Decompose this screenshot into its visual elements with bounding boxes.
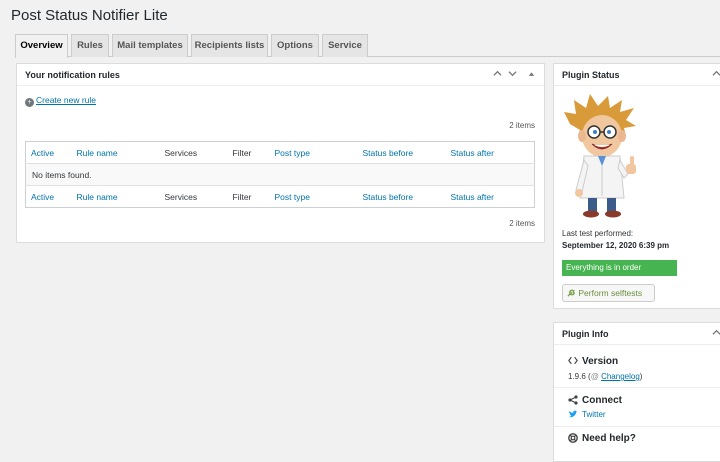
- move-down-icon[interactable]: [508, 64, 517, 86]
- tab-service[interactable]: Service: [322, 34, 368, 57]
- col-active-footer[interactable]: Active: [25, 185, 72, 208]
- move-up-icon[interactable]: [493, 64, 502, 86]
- col-post-type[interactable]: Post type: [269, 141, 358, 164]
- connect-section: Connect Twitter: [554, 389, 720, 427]
- info-collapse-icon[interactable]: [712, 323, 720, 345]
- notification-rules-box: Your notification rules + Create new rule…: [16, 63, 545, 243]
- col-status-after-footer[interactable]: Status after: [445, 185, 535, 208]
- link-icon: @: [590, 372, 599, 381]
- table-header-row: Active Rule name Services Filter Post ty…: [25, 141, 535, 164]
- tab-options[interactable]: Options: [271, 34, 319, 57]
- col-active[interactable]: Active: [25, 141, 72, 164]
- col-filter-footer: Filter: [227, 185, 270, 208]
- version-section: Version 1.9.6 (@ Changelog): [554, 346, 720, 388]
- table-row: No items found.: [25, 163, 535, 186]
- status-ok-badge: Everything is in order: [562, 260, 677, 276]
- collapse-toggle-icon[interactable]: [528, 64, 535, 86]
- table-footer-row: Active Rule name Services Filter Post ty…: [25, 185, 535, 208]
- selftest-label: Perform selftests: [578, 288, 643, 298]
- plus-icon: +: [25, 98, 34, 107]
- twitter-icon: [568, 410, 578, 421]
- create-rule-row: + Create new rule: [25, 95, 96, 107]
- col-rule-name[interactable]: Rule name: [71, 141, 160, 164]
- tab-recipients-lists[interactable]: Recipients lists: [191, 34, 268, 57]
- col-status-before[interactable]: Status before: [357, 141, 446, 164]
- code-icon: [568, 356, 578, 367]
- version-line: 1.9.6 (@ Changelog): [568, 372, 642, 381]
- version-number: 1.9.6: [568, 372, 586, 381]
- tab-mail-templates[interactable]: Mail templates: [112, 34, 188, 57]
- last-test-date: September 12, 2020 6:39 pm: [562, 241, 670, 250]
- mascot-illustration-icon: [564, 94, 636, 218]
- plugin-status-box: Plugin Status Last test performed: Septe…: [553, 63, 720, 309]
- col-rule-name-footer[interactable]: Rule name: [71, 185, 160, 208]
- col-status-before-footer[interactable]: Status before: [357, 185, 446, 208]
- status-collapse-icon[interactable]: [712, 64, 720, 86]
- lifebuoy-icon: [568, 433, 578, 445]
- col-filter: Filter: [227, 141, 270, 164]
- status-box-title: Plugin Status: [562, 70, 620, 80]
- item-count-bottom: 2 items: [509, 219, 535, 228]
- page-title: Post Status Notifier Lite: [11, 7, 168, 24]
- tab-overview[interactable]: Overview: [15, 34, 68, 58]
- help-section: Need help?: [554, 428, 720, 458]
- tab-bar: Overview Rules Mail templates Recipients…: [15, 34, 720, 58]
- version-title: Version: [582, 356, 619, 367]
- empty-message: No items found.: [25, 163, 535, 186]
- rules-table: Active Rule name Services Filter Post ty…: [25, 141, 535, 208]
- plugin-info-box: Plugin Info Version 1.9.6 (@ Changelog) …: [553, 322, 720, 462]
- col-services-footer: Services: [159, 185, 228, 208]
- create-rule-link[interactable]: Create new rule: [36, 95, 96, 105]
- tab-rules[interactable]: Rules: [71, 34, 109, 57]
- share-icon: [568, 395, 578, 407]
- connect-title: Connect: [582, 395, 622, 406]
- col-services: Services: [159, 141, 228, 164]
- help-title: Need help?: [582, 433, 636, 444]
- rules-box-title: Your notification rules: [25, 70, 120, 80]
- col-status-after[interactable]: Status after: [445, 141, 535, 164]
- wrench-icon: [567, 286, 576, 302]
- perform-selftests-button[interactable]: Perform selftests: [562, 284, 655, 302]
- changelog-close: ): [639, 372, 643, 381]
- twitter-link[interactable]: Twitter: [582, 410, 606, 419]
- item-count-top: 2 items: [509, 121, 535, 130]
- last-test-label: Last test performed:: [562, 229, 634, 238]
- changelog-link[interactable]: Changelog: [601, 372, 640, 381]
- info-box-title: Plugin Info: [562, 329, 609, 339]
- col-post-type-footer[interactable]: Post type: [269, 185, 358, 208]
